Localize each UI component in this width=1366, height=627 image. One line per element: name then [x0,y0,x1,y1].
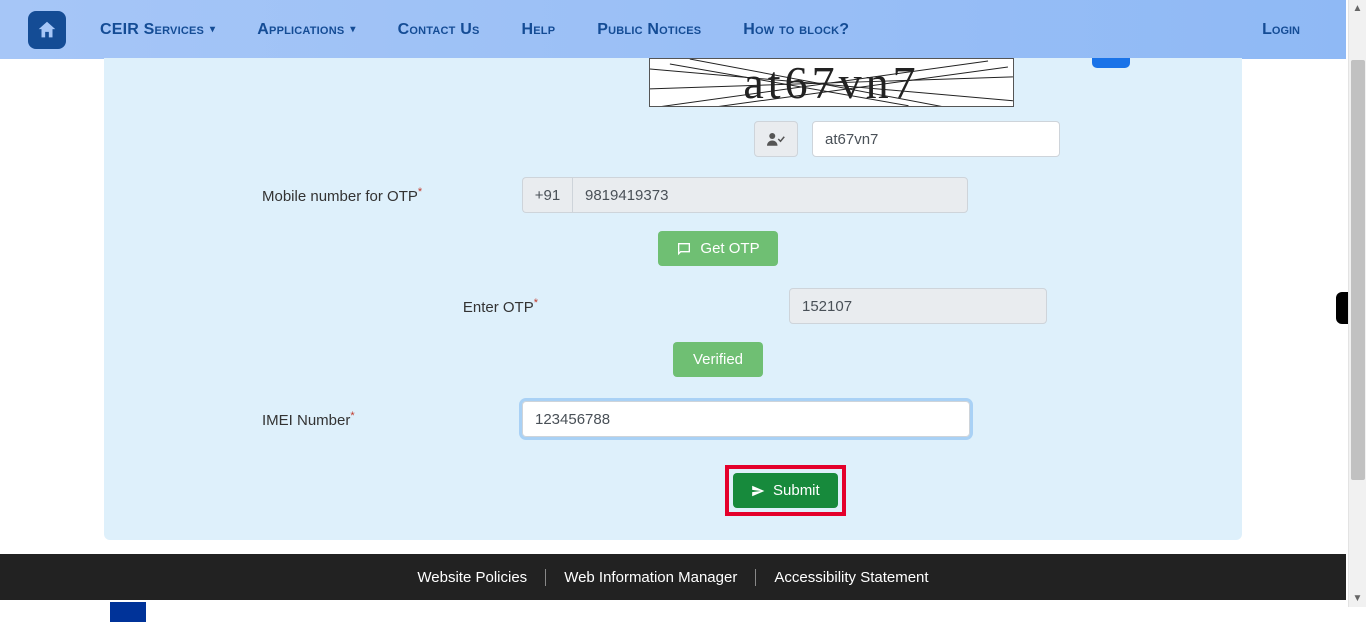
captcha-image: at67vn7 [649,58,1014,107]
mobile-input[interactable] [572,177,968,213]
scroll-down-arrow[interactable]: ▼ [1349,590,1366,607]
vertical-scrollbar[interactable]: ▲ ▼ [1348,0,1366,607]
nav-label: How to block? [743,21,849,39]
submit-label: Submit [773,482,820,499]
nav-label: Help [522,21,556,39]
captcha-text: at67vn7 [743,58,919,107]
verified-button[interactable]: Verified [673,342,763,377]
nav-label: Applications [257,21,344,39]
nav-help[interactable]: Help [522,21,556,39]
otp-row: Enter OTP* [144,288,1202,324]
imei-row: IMEI Number* [144,401,1202,437]
required-mark: * [418,186,422,198]
phone-group: +91 [522,177,968,213]
nav-label: Public Notices [597,21,701,39]
footer-link-policies[interactable]: Website Policies [399,569,546,586]
footer: Website Policies Web Information Manager… [0,554,1346,600]
navbar: CEIR Services ▾ Applications ▾ Contact U… [0,0,1346,59]
chevron-down-icon: ▾ [350,24,355,35]
verified-label: Verified [693,351,743,368]
mobile-label-text: Mobile number for OTP [262,188,418,205]
nav-label: CEIR Services [100,21,204,39]
captcha-refresh-button[interactable] [1092,58,1130,68]
scroll-up-arrow[interactable]: ▲ [1349,0,1366,17]
home-button[interactable] [28,11,66,49]
verified-row: Verified [144,342,1202,377]
nav-how-to-block[interactable]: How to block? [743,21,849,39]
required-mark: * [350,410,354,422]
submit-row: Submit [144,465,1202,516]
captcha-prefix [754,121,798,157]
user-check-icon [767,132,785,146]
side-tab[interactable] [1336,292,1348,324]
mobile-label: Mobile number for OTP* [144,186,522,205]
nav-label: Contact Us [398,21,480,39]
send-icon [751,484,765,498]
imei-label-text: IMEI Number [262,412,350,429]
submit-button[interactable]: Submit [733,473,838,508]
home-icon [36,19,58,41]
get-otp-label: Get OTP [700,240,759,257]
captcha-input[interactable] [812,121,1060,157]
mobile-row: Mobile number for OTP* +91 [144,177,1202,213]
captcha-input-row [754,121,1202,157]
submit-highlight: Submit [725,465,846,516]
flag-icon [110,602,146,622]
nav-public-notices[interactable]: Public Notices [597,21,701,39]
imei-label: IMEI Number* [144,410,522,429]
otp-input[interactable] [789,288,1047,324]
imei-input[interactable] [522,401,970,437]
nav-ceir-services[interactable]: CEIR Services ▾ [100,21,215,39]
required-mark: * [534,297,538,309]
chevron-down-icon: ▾ [210,24,215,35]
chat-icon [676,241,692,257]
main: at67vn7 Mobile number for OTP* +91 [0,59,1346,540]
form-panel: at67vn7 Mobile number for OTP* +91 [104,58,1242,540]
enter-otp-label-text: Enter OTP [463,299,534,316]
nav-items: CEIR Services ▾ Applications ▾ Contact U… [100,21,1262,39]
footer-bottom [0,600,1346,624]
get-otp-button[interactable]: Get OTP [658,231,777,266]
footer-link-wim[interactable]: Web Information Manager [546,569,756,586]
enter-otp-label: Enter OTP* [144,297,594,316]
scroll-thumb[interactable] [1351,60,1365,480]
login-link[interactable]: Login [1262,21,1300,39]
nav-contact-us[interactable]: Contact Us [398,21,480,39]
get-otp-row: Get OTP [144,231,1202,266]
country-code: +91 [522,177,572,213]
footer-link-accessibility[interactable]: Accessibility Statement [756,569,946,586]
nav-applications[interactable]: Applications ▾ [257,21,355,39]
